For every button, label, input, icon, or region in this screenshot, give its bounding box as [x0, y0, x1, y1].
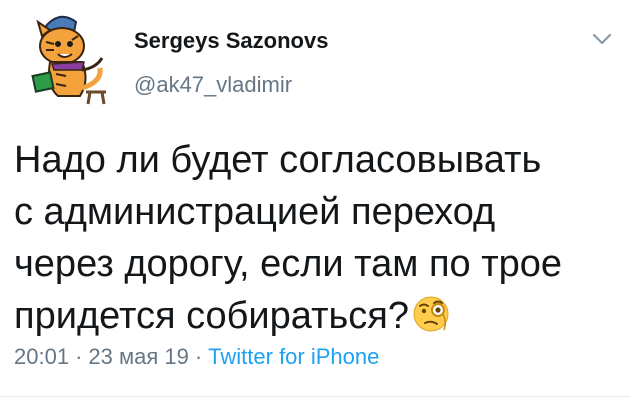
author-handle[interactable]: @ak47_vladimir — [134, 72, 292, 98]
divider — [0, 396, 630, 397]
tweet-source-link[interactable]: Twitter for iPhone — [208, 344, 379, 369]
avatar[interactable] — [16, 8, 120, 108]
cartoon-cat-icon — [31, 15, 106, 105]
face-with-monocle-icon — [411, 294, 451, 334]
tweet-card: Sergeys Sazonovs @ak47_vladimir Надо ли … — [0, 0, 630, 404]
meta-separator: · — [194, 344, 203, 369]
tweet-body: Надо ли будет согласовывать с администра… — [14, 139, 563, 337]
chevron-down-icon[interactable] — [590, 30, 614, 48]
meta-separator: · — [75, 344, 83, 369]
tweet-date: 23 мая 19 — [88, 344, 189, 369]
tweet-meta: 20:01 · 23 мая 19 · Twitter for iPhone — [14, 344, 379, 370]
tweet-time: 20:01 — [14, 344, 70, 369]
tweet-text: Надо ли будет согласовывать с администра… — [14, 134, 614, 342]
author-name[interactable]: Sergeys Sazonovs — [134, 28, 328, 54]
